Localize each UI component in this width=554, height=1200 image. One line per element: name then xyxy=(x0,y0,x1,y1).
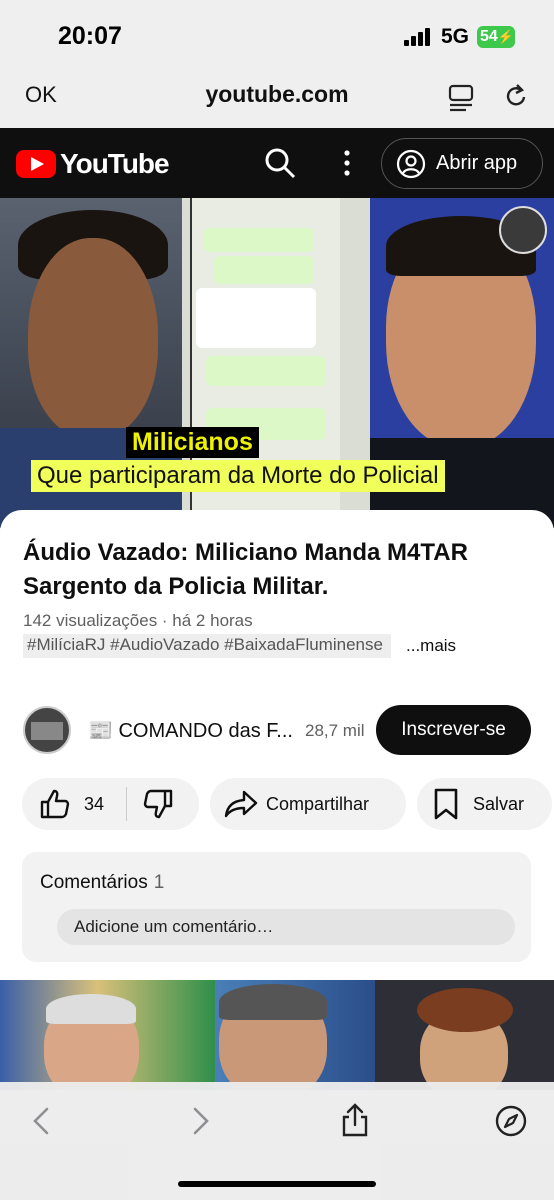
video-caption-title: Milicianos xyxy=(126,427,259,458)
share-button[interactable]: Compartilhar xyxy=(210,778,406,830)
youtube-wordmark: YouTube xyxy=(60,148,170,179)
video-hashtags[interactable]: #MilíciaRJ #AudioVazado #BaixadaFluminen… xyxy=(23,634,391,658)
network-type: 5G xyxy=(441,25,470,48)
more-options-icon[interactable] xyxy=(337,148,357,178)
share-icon xyxy=(224,790,258,818)
search-icon[interactable] xyxy=(263,146,297,180)
reload-icon[interactable] xyxy=(500,80,532,112)
video-caption-subtitle: Que participaram da Morte do Policial xyxy=(31,460,445,492)
battery-level: 54 xyxy=(480,28,498,45)
like-dislike-pill: 34 xyxy=(22,778,199,830)
account-icon xyxy=(396,149,426,178)
video-title[interactable]: Áudio Vazado: Miliciano Manda M4TAR Sarg… xyxy=(23,536,543,604)
status-time: 20:07 xyxy=(58,22,122,50)
browser-address-bar: OK youtube.com xyxy=(0,70,554,128)
battery-icon: 54⚡ xyxy=(477,26,515,48)
bookmark-icon xyxy=(434,788,458,820)
save-label: Salvar xyxy=(473,793,525,814)
video-details-panel: Áudio Vazado: Miliciano Manda M4TAR Sarg… xyxy=(0,510,554,980)
comments-section[interactable]: Comentários 1 Adicione um comentário… xyxy=(22,852,531,962)
reader-mode-icon[interactable] xyxy=(446,82,476,112)
channel-name[interactable]: 📰 COMANDO das F... xyxy=(88,718,293,743)
save-button[interactable]: Salvar xyxy=(417,778,552,830)
comments-title: Comentários xyxy=(40,872,148,893)
home-indicator xyxy=(178,1181,376,1187)
compass-icon[interactable] xyxy=(494,1104,528,1138)
more-description-link[interactable]: ...mais xyxy=(406,636,456,656)
youtube-play-icon xyxy=(16,150,56,178)
subscribe-button[interactable]: Inscrever-se xyxy=(376,705,531,755)
related-thumb-right xyxy=(375,980,554,1090)
related-thumb-left xyxy=(0,980,215,1090)
open-app-label: Abrir app xyxy=(436,152,518,174)
youtube-logo[interactable]: YouTube xyxy=(16,148,170,180)
like-icon[interactable] xyxy=(38,787,72,821)
channel-avatar[interactable] xyxy=(23,706,71,754)
url-field[interactable]: youtube.com xyxy=(205,81,348,107)
dislike-icon[interactable] xyxy=(141,787,175,821)
related-thumb-middle xyxy=(215,980,375,1090)
done-button[interactable]: OK xyxy=(25,82,57,108)
channel-row: 📰 COMANDO das F... 28,7 mil Inscrever-se xyxy=(0,703,554,757)
subscriber-count: 28,7 mil xyxy=(305,721,365,740)
share-sheet-icon[interactable] xyxy=(340,1102,370,1138)
open-app-button[interactable]: Abrir app xyxy=(381,138,543,189)
action-bar: 34 Compartilhar Salvar xyxy=(0,778,554,830)
cellular-signal-icon xyxy=(404,28,434,46)
like-count[interactable]: 34 xyxy=(84,794,104,815)
video-meta: 142 visualizações · há 2 horas xyxy=(23,611,253,630)
youtube-header: YouTube Abrir app xyxy=(0,128,554,198)
video-channel-watermark xyxy=(499,206,547,254)
share-label: Compartilhar xyxy=(266,793,370,814)
status-bar: 20:07 5G 54⚡ xyxy=(0,0,554,70)
back-icon[interactable] xyxy=(30,1106,52,1136)
add-comment-input[interactable]: Adicione um comentário… xyxy=(57,909,515,945)
related-video-thumbnail[interactable] xyxy=(0,980,554,1090)
forward-icon[interactable] xyxy=(190,1106,212,1136)
comments-count: 1 xyxy=(153,872,165,893)
comments-header: Comentários 1 xyxy=(40,872,164,894)
